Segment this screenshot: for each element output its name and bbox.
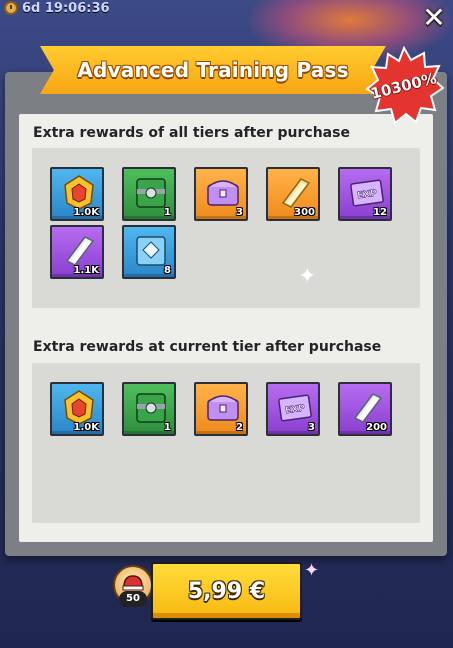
reward-quantity: 1	[164, 207, 171, 218]
timer-label: 6d 19:06:36	[22, 0, 110, 16]
reward-quantity: 3	[308, 422, 315, 433]
reward-quantity: 2	[236, 422, 243, 433]
reward-quantity: 1.1K	[73, 265, 99, 276]
sparkle-icon: ✦	[304, 560, 320, 581]
green-crate-icon	[131, 173, 171, 211]
reward-quantity: 1.0K	[73, 422, 99, 433]
reward-quantity: 200	[366, 422, 387, 433]
reward-item[interactable]: 1.1K	[50, 225, 104, 279]
reward-item[interactable]: 1	[122, 382, 176, 436]
reward-quantity: 8	[164, 265, 171, 276]
event-timer: 6d 19:06:36	[4, 0, 110, 16]
reward-quantity: 12	[373, 207, 387, 218]
blue-crate-icon	[131, 231, 171, 269]
reward-quantity: 3	[236, 207, 243, 218]
reward-item[interactable]: 8	[122, 225, 176, 279]
reward-item[interactable]: 3	[194, 167, 248, 221]
exp-book-icon: EXP	[275, 388, 315, 426]
value-badge: 10300%	[364, 46, 444, 126]
reward-item[interactable]: 1	[122, 167, 176, 221]
close-icon: ✕	[422, 1, 446, 34]
section-title-current-tier: Extra rewards at current tier after purc…	[33, 339, 382, 355]
section-current-tier: 1.0K 1 2 EXP 3 200	[32, 363, 420, 523]
reward-item[interactable]: 1.0K	[50, 382, 104, 436]
price-label: 5,99 €	[187, 578, 266, 604]
reward-item[interactable]: 200	[338, 382, 392, 436]
reward-item[interactable]: 1.0K	[50, 167, 104, 221]
reward-item[interactable]: 300	[266, 167, 320, 221]
reward-item[interactable]: EXP 12	[338, 167, 392, 221]
purple-chest-icon	[203, 388, 243, 426]
section-title-all-tiers: Extra rewards of all tiers after purchas…	[33, 125, 350, 141]
purple-chest-icon	[203, 173, 243, 211]
close-button[interactable]: ✕	[420, 4, 448, 32]
green-crate-icon	[131, 388, 171, 426]
gold-bar-icon	[275, 173, 315, 211]
bonus-count: 50	[119, 591, 147, 607]
clock-icon	[4, 1, 18, 15]
sparkle-icon: ✦	[298, 264, 317, 289]
section-all-tiers: 1.0K 1 3 300 EXP 12 1.1K 8	[32, 148, 420, 308]
reward-quantity: 1	[164, 422, 171, 433]
title-banner: Advanced Training Pass	[40, 46, 386, 94]
gold-gem-icon	[59, 173, 99, 211]
gold-gem-icon	[59, 388, 99, 426]
silver-bar-icon	[347, 388, 387, 426]
exp-book-icon: EXP	[347, 173, 387, 211]
reward-quantity: 300	[294, 207, 315, 218]
reward-quantity: 1.0K	[73, 207, 99, 218]
page-title: Advanced Training Pass	[77, 58, 349, 82]
reward-item[interactable]: EXP 3	[266, 382, 320, 436]
reward-item[interactable]: 2	[194, 382, 248, 436]
bonus-token: 50	[113, 565, 153, 609]
purchase-button[interactable]: 5,99 €	[151, 562, 302, 620]
silver-bar-icon	[59, 231, 99, 269]
